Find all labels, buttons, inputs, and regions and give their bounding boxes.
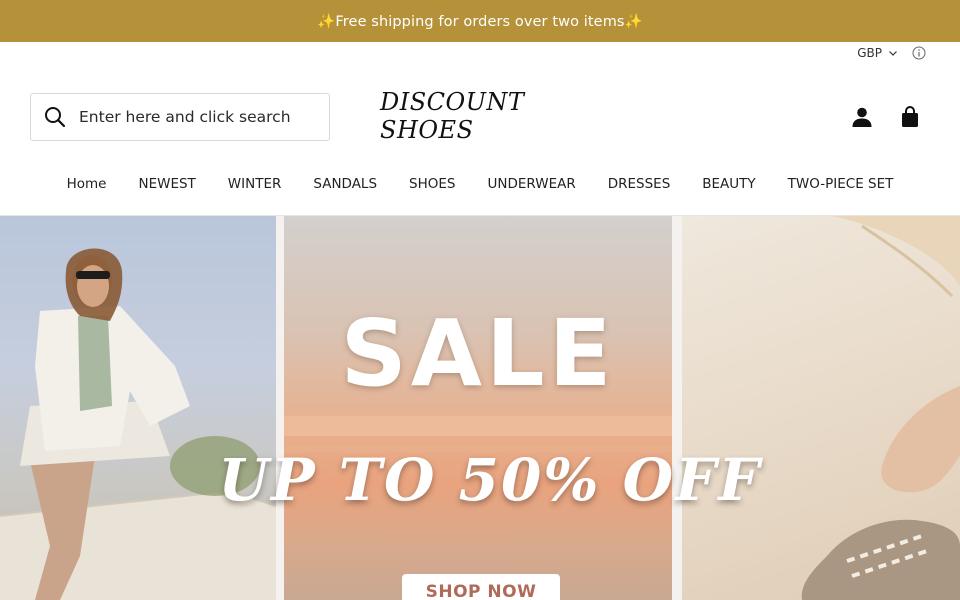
nav-item-two-piece-set[interactable]: TWO-PIECE SET: [788, 176, 894, 192]
hero-divider-left: [276, 216, 284, 600]
announcement-text: ✨Free shipping for orders over two items…: [317, 13, 643, 30]
sunset-sea-backdrop: [284, 416, 672, 452]
hero-divider-right: [672, 216, 682, 600]
chevron-down-icon: [889, 51, 897, 56]
shoe-illustration: [801, 216, 960, 600]
hero-headline: SALE: [340, 300, 616, 407]
hero-photo-left: [0, 216, 277, 600]
hero-photo-right: [682, 216, 960, 600]
nav-item-winter[interactable]: WINTER: [228, 176, 282, 192]
search-input[interactable]: [79, 108, 309, 126]
info-icon[interactable]: [912, 46, 926, 60]
nav-item-beauty[interactable]: BEAUTY: [702, 176, 755, 192]
nav-item-sandals[interactable]: SANDALS: [313, 176, 377, 192]
currency-label: GBP: [857, 46, 882, 60]
hero-subheadline: UP TO 50% OFF: [218, 446, 762, 514]
model-illustration: [0, 248, 277, 600]
nav-item-shoes[interactable]: SHOES: [409, 176, 455, 192]
nav-item-home[interactable]: Home: [67, 176, 107, 192]
main-navigation: Home NEWEST WINTER SANDALS SHOES UNDERWE…: [0, 165, 960, 203]
search-icon[interactable]: [43, 105, 67, 129]
account-icon[interactable]: [850, 105, 874, 129]
nav-item-underwear[interactable]: UNDERWEAR: [487, 176, 575, 192]
currency-selector[interactable]: GBP: [857, 44, 926, 62]
announcement-bar: ✨Free shipping for orders over two items…: [0, 0, 960, 42]
shop-now-button[interactable]: SHOP NOW: [402, 574, 560, 600]
nav-item-dresses[interactable]: DRESSES: [608, 176, 671, 192]
nav-item-newest[interactable]: NEWEST: [138, 176, 195, 192]
hero-photo-center: [284, 216, 672, 600]
shopping-bag-icon[interactable]: [898, 105, 922, 129]
hero-banner[interactable]: SALE UP TO 50% OFF SHOP NOW: [0, 216, 960, 600]
site-logo[interactable]: DISCOUNT SHOES: [380, 88, 580, 144]
search-bar[interactable]: [30, 93, 330, 141]
